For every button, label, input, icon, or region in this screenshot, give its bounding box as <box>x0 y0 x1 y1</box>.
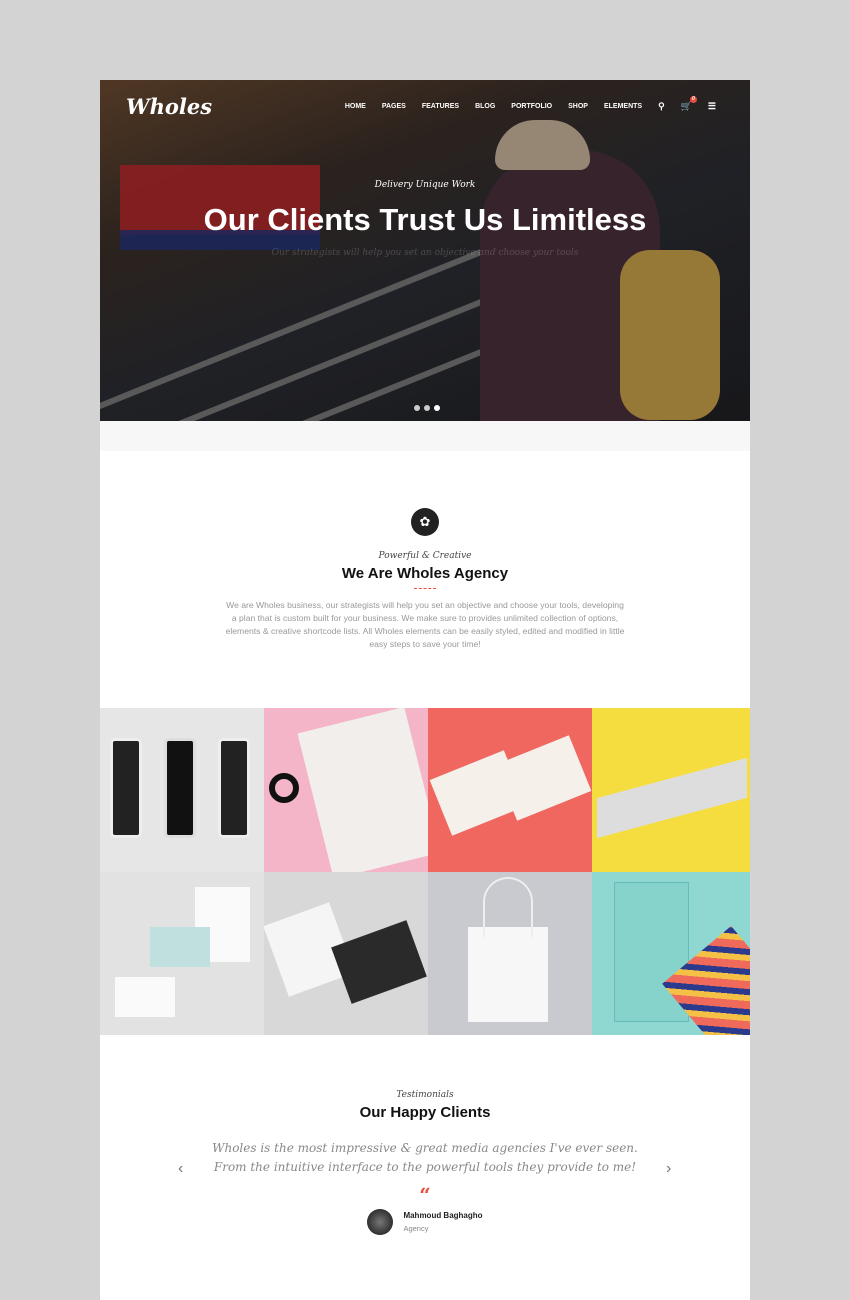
slider-dots <box>414 405 440 411</box>
nav-portfolio[interactable]: PORTFOLIO <box>511 103 552 110</box>
nav-shop[interactable]: SHOP <box>568 103 588 110</box>
slider-dot-active[interactable] <box>434 405 440 411</box>
page: Wholes HOME PAGES FEATURES BLOG PORTFOLI… <box>100 80 750 1300</box>
quote-icon: “ <box>419 1183 431 1207</box>
portfolio-item-coffee-bag[interactable] <box>592 872 750 1035</box>
slider-dot[interactable] <box>424 405 430 411</box>
logo[interactable]: Wholes <box>126 94 212 119</box>
main-nav: HOME PAGES FEATURES BLOG PORTFOLIO SHOP … <box>345 96 716 112</box>
portfolio-item-yellow-cards[interactable] <box>592 708 750 872</box>
testimonials-kicker: Testimonials <box>396 1090 454 1100</box>
cart-count-badge: 0 <box>689 96 697 103</box>
about-section: ✿ Powerful & Creative We Are Wholes Agen… <box>100 508 750 651</box>
author-name: Mahmoud Baghagho <box>403 1211 483 1220</box>
testimonials-title: Our Happy Clients <box>359 1104 491 1121</box>
hero-kicker: Delivery Unique Work <box>374 180 476 190</box>
portfolio-item-iphone-mockups[interactable] <box>100 708 264 872</box>
sprout-icon: ✿ <box>411 508 439 536</box>
hero-subtitle: Our strategists will help you set an obj… <box>271 248 579 258</box>
prev-arrow-icon[interactable]: ‹ <box>178 1160 183 1178</box>
nav-elements[interactable]: ELEMENTS <box>604 103 642 110</box>
about-kicker: Powerful & Creative <box>378 551 472 561</box>
nav-features[interactable]: FEATURES <box>422 103 459 110</box>
portfolio-item-pink-bag[interactable] <box>264 708 428 872</box>
testimonials-section: Testimonials Our Happy Clients Wholes is… <box>100 1090 750 1235</box>
nav-home[interactable]: HOME <box>345 103 366 110</box>
search-icon[interactable]: ⚲ <box>658 101 665 112</box>
hero-title: Our Clients Trust Us Limitless <box>203 202 647 237</box>
portfolio-item-business-cards[interactable] <box>428 708 592 872</box>
menu-icon[interactable]: ☰ <box>708 101 716 112</box>
portfolio-grid <box>100 708 750 1035</box>
cart-icon[interactable]: 🛒 0 <box>681 96 697 112</box>
divider-strip <box>100 421 750 451</box>
next-arrow-icon[interactable]: › <box>666 1160 671 1178</box>
portfolio-item-tote-bag[interactable] <box>428 872 592 1035</box>
about-text: We are Wholes business, our strategists … <box>225 600 625 649</box>
avatar <box>367 1209 394 1235</box>
testimonial-quote: Wholes is the most impressive & great me… <box>212 1141 638 1174</box>
slider-dot[interactable] <box>414 405 420 411</box>
testimonial-author: Mahmoud Baghagho Agency <box>100 1209 750 1235</box>
portfolio-item-black-cards[interactable] <box>264 872 428 1035</box>
nav-pages[interactable]: PAGES <box>382 103 406 110</box>
author-role: Agency <box>403 1224 429 1233</box>
portfolio-item-stationery[interactable] <box>100 872 264 1035</box>
about-title: We Are Wholes Agency <box>341 565 509 582</box>
nav-blog[interactable]: BLOG <box>475 103 495 110</box>
title-divider <box>414 588 436 589</box>
hero-slider: Wholes HOME PAGES FEATURES BLOG PORTFOLI… <box>100 80 750 421</box>
